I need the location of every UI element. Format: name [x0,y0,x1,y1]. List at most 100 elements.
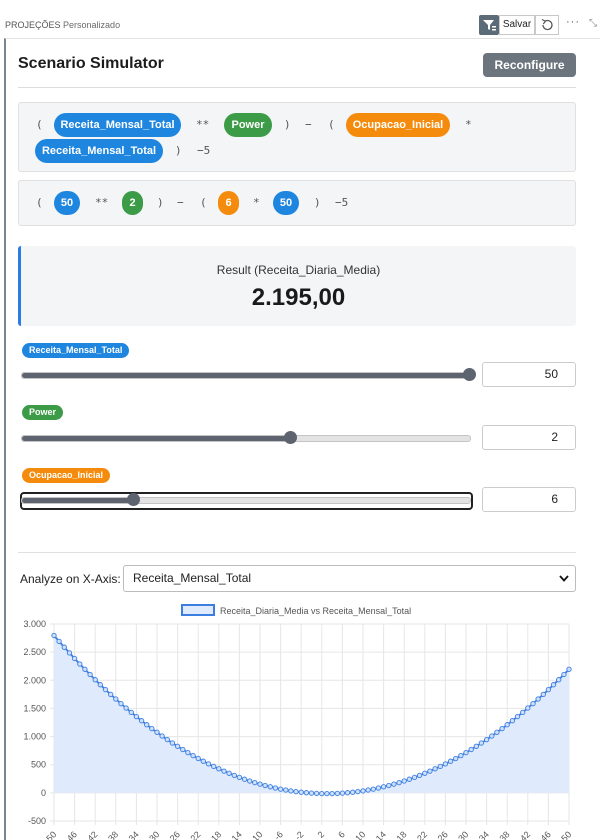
x-tick-label: -38 [104,829,120,840]
x-tick-label: 14 [374,829,388,840]
scenario-chart: 3.0002.5002.0001.5001.0005000-500-50 -46-… [23,604,573,840]
data-point [360,788,366,794]
data-point [262,782,268,789]
x-tick-label: 30 [456,829,470,840]
x-axis-select[interactable]: Receita_Mensal_Total [123,565,576,592]
reconfigure-button[interactable]: Reconfigure [483,53,576,77]
data-point [190,752,196,759]
slider-fill [22,436,291,441]
filter-icon[interactable] [479,15,499,35]
y-tick-label: 0 [41,788,46,798]
save-button[interactable]: Salvar [499,15,535,35]
data-point [267,784,273,790]
data-point [375,785,382,791]
data-point [252,779,258,786]
x-tick-label: -50 [42,829,58,840]
paren-open: ( [36,118,43,131]
variable-label-receita-mensal-total: Receita_Mensal_Total [22,343,130,358]
y-tick-label: 2.500 [23,647,46,657]
x-tick-label: -14 [228,829,244,840]
data-point [468,746,474,753]
y-tick-label: 2.000 [23,675,46,685]
data-point [422,770,428,776]
slider-thumb[interactable] [283,431,297,444]
analyze-label: Analyze on X-Axis: [20,572,121,586]
data-point [561,671,567,678]
slider-power[interactable] [21,431,471,444]
data-point [308,790,315,796]
x-tick-label: 10 [353,829,367,840]
data-point [174,743,181,749]
data-point [51,632,57,639]
slider-thumb[interactable] [463,368,476,381]
operator-minus: − [177,196,184,209]
data-point [494,729,500,735]
reset-icon[interactable] [535,15,559,35]
top-toolbar: PROJEÇÕES Personalizado Salvar ··· ⤡ [0,14,600,36]
data-point [283,787,289,793]
data-point [406,776,412,782]
data-point [324,790,330,797]
data-point [87,671,93,678]
data-point [520,709,526,716]
value-input-power[interactable]: 2 [482,425,576,450]
data-point [499,725,505,732]
data-point [56,638,62,645]
x-tick-label: -34 [125,829,141,840]
expand-icon[interactable]: ⤡ [589,18,597,29]
data-point [185,749,191,756]
data-point [71,655,78,662]
data-point [504,722,510,728]
more-options-icon[interactable]: ··· [566,16,580,28]
x-tick-label: 46 [539,829,553,840]
data-point [463,749,469,756]
data-point [483,736,490,743]
simulator-panel: Scenario Simulator Reconfigure ( Receita… [4,38,600,840]
breadcrumb: PROJEÇÕES Personalizado [5,20,120,30]
data-point [205,761,212,767]
data-point [391,781,397,787]
variable-chip: Receita_Mensal_Total [54,113,181,137]
data-point [478,740,485,746]
slider-receita-mensal-total[interactable] [21,368,476,381]
data-point [216,766,222,772]
data-point [365,787,371,793]
data-point [509,718,516,724]
data-point [298,789,304,795]
x-tick-label: 6 [336,829,347,840]
y-tick-label: 500 [31,760,46,770]
x-tick-label: 38 [497,829,511,840]
paren-close: ) [314,196,321,209]
x-tick-label: -2 [293,829,306,840]
data-point [355,788,361,795]
x-tick-label: -46 [63,829,79,840]
data-point [514,713,521,720]
formula-numeric: ( 50 ** 2 ) − ( 6 * 50 ) −5 [18,180,576,226]
data-point [108,691,114,698]
paren-close: ) [175,144,182,157]
data-point [97,682,103,688]
data-point [530,700,536,707]
slider-fill [22,498,134,503]
x-tick-label: -30 [145,829,161,840]
data-point [344,790,351,796]
x-tick-label: -18 [207,829,223,840]
data-point [277,786,284,792]
y-tick-label: 1.500 [23,703,46,713]
data-point [473,743,479,749]
slider-ocupacao-inicial[interactable] [21,493,471,506]
data-point [380,784,387,790]
value-input-receita-mensal-total[interactable]: 50 [482,362,576,387]
data-point [437,763,443,770]
y-tick-label: 3.000 [23,619,46,629]
paren-close: ) [284,118,291,131]
result-label: Result (Receita_Diaria_Media) [216,263,381,277]
x-tick-label: 34 [477,829,491,840]
value-input-ocupacao-inicial[interactable]: 6 [482,487,576,512]
data-point [272,785,279,791]
data-point [334,790,340,797]
operator-power: ** [95,196,109,209]
slider-thumb[interactable] [127,493,140,506]
result-card: Result (Receita_Diaria_Media) 2.195,00 [18,246,576,326]
data-point [200,758,206,764]
